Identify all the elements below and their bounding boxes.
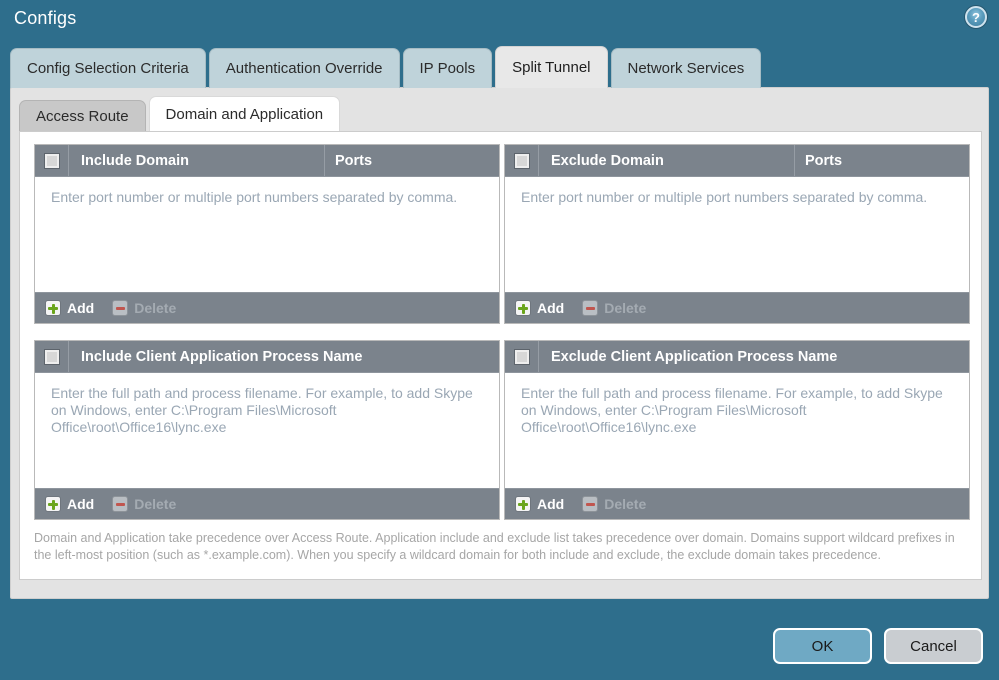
include-domain-delete-button[interactable]: Delete [112, 300, 176, 316]
content-panel: Access Route Domain and Application Incl… [10, 87, 989, 599]
dialog-button-bar: OK Cancel [761, 628, 983, 664]
exclude-domain-ports-column-header: Ports [794, 145, 969, 176]
exclude-domain-delete-button[interactable]: Delete [582, 300, 646, 316]
plus-square-icon [515, 300, 531, 316]
help-circle-icon[interactable]: ? [965, 6, 987, 28]
exclude-process-body[interactable]: Enter the full path and process filename… [505, 373, 969, 486]
include-domain-select-all-checkbox[interactable] [43, 152, 60, 169]
precedence-note: Domain and Application take precedence o… [34, 531, 955, 562]
cancel-button[interactable]: Cancel [884, 628, 983, 664]
ok-button[interactable]: OK [773, 628, 872, 664]
plus-square-icon [45, 300, 61, 316]
include-domain-grid: Include Domain Ports Enter port number o… [34, 144, 500, 324]
exclude-process-add-label: Add [537, 496, 565, 512]
plus-square-icon [515, 496, 531, 512]
include-domain-toolbar: Add Delete [35, 292, 499, 323]
exclude-process-toolbar: Add Delete [505, 488, 969, 519]
exclude-domain-add-label: Add [537, 300, 565, 316]
exclude-process-select-all-checkbox[interactable] [513, 348, 530, 365]
main-tab-strip: Config Selection Criteria Authentication… [10, 46, 764, 88]
plus-square-icon [45, 496, 61, 512]
include-process-select-all-cell [35, 341, 69, 372]
tab-config-selection-criteria[interactable]: Config Selection Criteria [10, 48, 206, 88]
tab-network-services[interactable]: Network Services [610, 48, 762, 88]
subtab-access-route[interactable]: Access Route [19, 100, 146, 132]
exclude-process-grid: Exclude Client Application Process Name … [504, 340, 970, 520]
title-bar: Configs ? [0, 0, 999, 44]
sub-tab-strip: Access Route Domain and Application [19, 96, 343, 132]
exclude-domain-hint: Enter port number or multiple port numbe… [521, 189, 928, 205]
exclude-domain-header: Exclude Domain Ports [505, 145, 969, 177]
include-domain-column-header: Include Domain [81, 152, 189, 169]
exclude-process-column-header: Exclude Client Application Process Name [551, 348, 838, 365]
include-process-select-all-checkbox[interactable] [43, 348, 60, 365]
exclude-domain-toolbar: Add Delete [505, 292, 969, 323]
include-domain-ports-column-header: Ports [324, 145, 499, 176]
tab-authentication-override[interactable]: Authentication Override [208, 48, 400, 88]
include-process-delete-label: Delete [134, 496, 177, 512]
minus-square-icon [582, 300, 599, 316]
include-domain-body[interactable]: Enter port number or multiple port numbe… [35, 177, 499, 290]
domain-application-board: Include Domain Ports Enter port number o… [19, 131, 982, 580]
include-process-header: Include Client Application Process Name [35, 341, 499, 373]
include-process-toolbar: Add Delete [35, 488, 499, 519]
exclude-domain-select-all-checkbox[interactable] [513, 152, 530, 169]
exclude-process-select-all-cell [505, 341, 539, 372]
exclude-domain-body[interactable]: Enter port number or multiple port numbe… [505, 177, 969, 290]
include-domain-add-label: Add [67, 300, 95, 316]
include-process-delete-button[interactable]: Delete [112, 496, 176, 512]
include-domain-select-all-cell [35, 145, 69, 176]
exclude-domain-add-button[interactable]: Add [515, 300, 564, 316]
tab-split-tunnel[interactable]: Split Tunnel [495, 46, 608, 88]
exclude-domain-column-header: Exclude Domain [551, 152, 664, 169]
include-domain-header: Include Domain Ports [35, 145, 499, 177]
exclude-domain-select-all-cell [505, 145, 539, 176]
include-process-body[interactable]: Enter the full path and process filename… [35, 373, 499, 486]
exclude-domain-grid: Exclude Domain Ports Enter port number o… [504, 144, 970, 324]
exclude-process-add-button[interactable]: Add [515, 496, 564, 512]
minus-square-icon [582, 496, 599, 512]
minus-square-icon [112, 300, 129, 316]
minus-square-icon [112, 496, 129, 512]
include-domain-add-button[interactable]: Add [45, 300, 94, 316]
page-title: Configs [14, 8, 77, 28]
include-process-column-header: Include Client Application Process Name [81, 348, 363, 365]
include-process-add-button[interactable]: Add [45, 496, 94, 512]
include-process-grid: Include Client Application Process Name … [34, 340, 500, 520]
exclude-domain-delete-label: Delete [604, 300, 647, 316]
include-domain-hint: Enter port number or multiple port numbe… [51, 189, 458, 205]
exclude-process-delete-label: Delete [604, 496, 647, 512]
include-process-hint: Enter the full path and process filename… [51, 385, 473, 435]
include-process-add-label: Add [67, 496, 95, 512]
exclude-process-delete-button[interactable]: Delete [582, 496, 646, 512]
exclude-process-header: Exclude Client Application Process Name [505, 341, 969, 373]
exclude-process-hint: Enter the full path and process filename… [521, 385, 943, 435]
subtab-domain-and-application[interactable]: Domain and Application [148, 96, 341, 132]
tab-ip-pools[interactable]: IP Pools [402, 48, 493, 88]
configs-dialog: Configs ? Config Selection Criteria Auth… [0, 0, 999, 680]
include-domain-delete-label: Delete [134, 300, 177, 316]
